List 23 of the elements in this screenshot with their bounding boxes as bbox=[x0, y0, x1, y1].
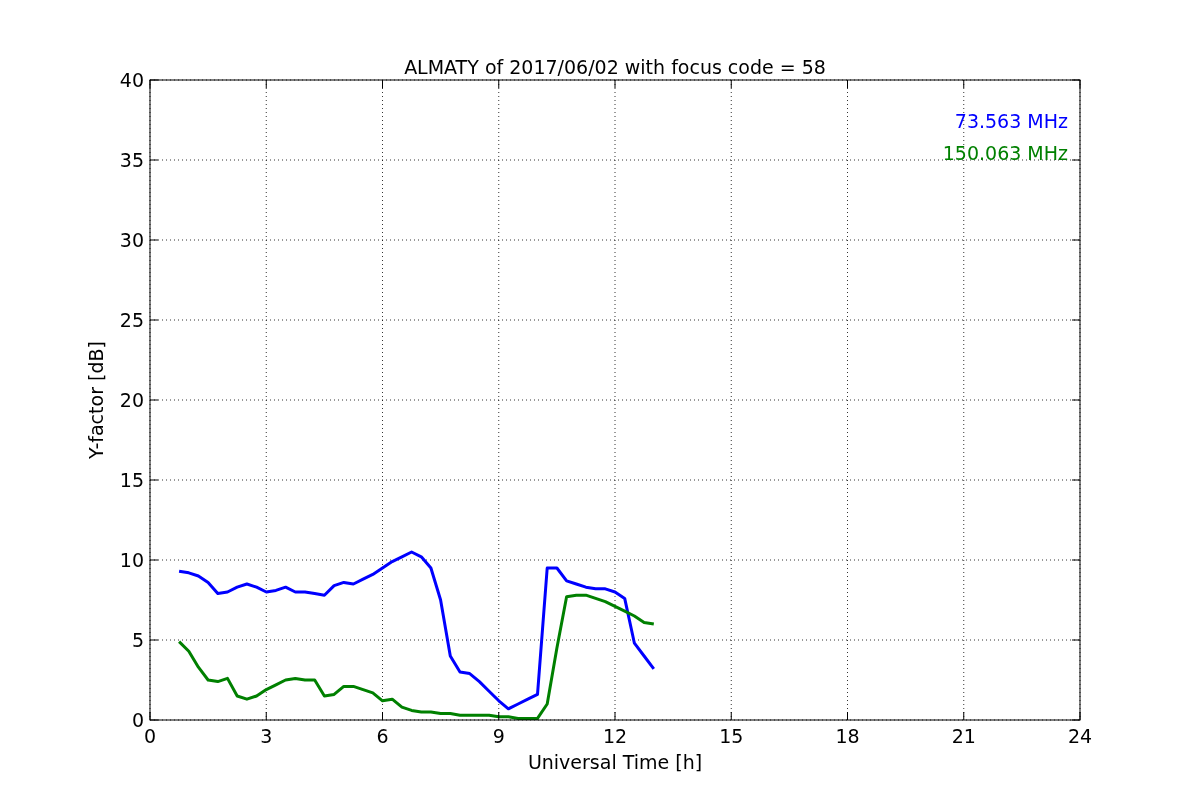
x-tick-label: 18 bbox=[835, 725, 860, 747]
x-tick-label: 21 bbox=[951, 725, 976, 747]
chart-title: ALMATY of 2017/06/02 with focus code = 58 bbox=[404, 56, 826, 78]
x-tick-label: 12 bbox=[602, 725, 628, 747]
x-tick-label: 24 bbox=[1067, 725, 1093, 747]
y-tick-label: 0 bbox=[131, 709, 144, 731]
legend-label: 150.063 MHz bbox=[942, 142, 1068, 164]
y-tick-label: 20 bbox=[119, 389, 144, 411]
legend-label: 73.563 MHz bbox=[954, 110, 1068, 132]
y-tick-label: 30 bbox=[119, 229, 144, 251]
x-tick-label: 9 bbox=[492, 725, 505, 747]
y-tick-label: 40 bbox=[119, 69, 144, 91]
y-tick-label: 25 bbox=[119, 309, 144, 331]
y-tick-label: 10 bbox=[119, 549, 144, 571]
x-tick-label: 0 bbox=[143, 725, 157, 747]
x-tick-label: 6 bbox=[376, 725, 389, 747]
x-tick-label: 15 bbox=[719, 725, 744, 747]
x-axis-label: Universal Time [h] bbox=[527, 751, 703, 773]
x-tick-label: 3 bbox=[260, 725, 273, 747]
y-tick-label: 15 bbox=[119, 469, 144, 491]
y-tick-label: 35 bbox=[119, 149, 144, 171]
y-tick-label: 5 bbox=[131, 629, 144, 651]
y-axis-label: Y-factor [dB] bbox=[85, 341, 107, 459]
